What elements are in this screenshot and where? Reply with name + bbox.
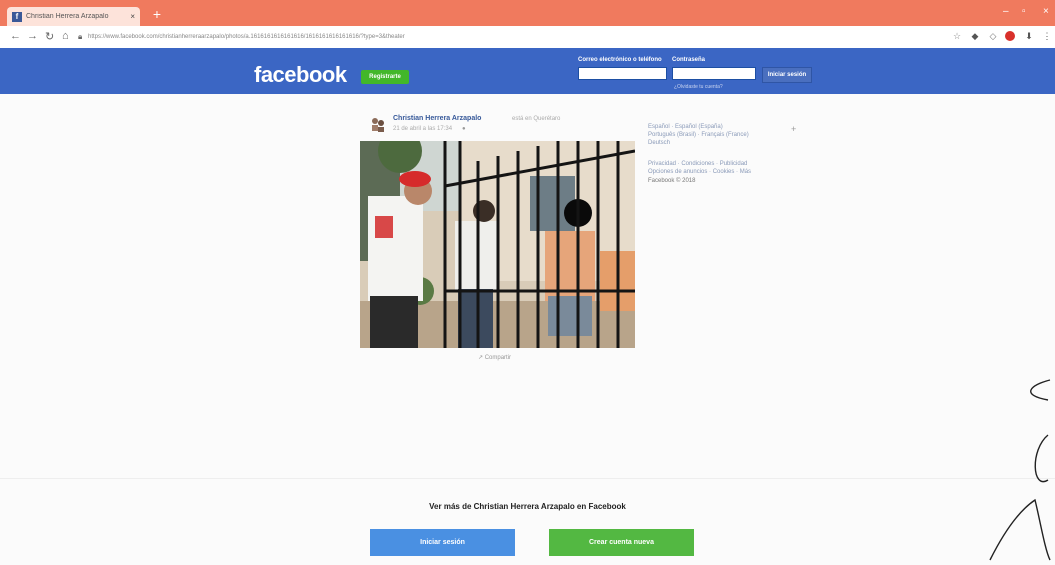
extension-icon[interactable]: ◆ bbox=[970, 31, 980, 41]
password-input[interactable] bbox=[672, 67, 756, 80]
share-button[interactable]: ↗ Compartir bbox=[478, 354, 511, 361]
back-icon[interactable]: ← bbox=[10, 30, 21, 42]
address-bar: ← → ↻ ⌂ 🔒︎ https://www.facebook.com/chri… bbox=[0, 26, 1055, 49]
download-icon[interactable]: ⬇ bbox=[1024, 31, 1034, 41]
language-line-3[interactable]: Deutsch bbox=[648, 140, 670, 146]
reload-icon[interactable]: ↻ bbox=[45, 30, 54, 43]
post-photo[interactable] bbox=[360, 141, 635, 348]
email-label: Correo electrónico o teléfono bbox=[578, 57, 662, 63]
register-button[interactable]: Registrarte bbox=[361, 70, 409, 84]
maximize-icon[interactable]: ▫ bbox=[1022, 6, 1026, 17]
see-more-heading: Ver más de Christian Herrera Arzapalo en… bbox=[429, 502, 626, 511]
header-login-button[interactable]: Iniciar sesión bbox=[762, 67, 812, 83]
forward-icon[interactable]: → bbox=[27, 30, 38, 42]
password-label: Contraseña bbox=[672, 57, 706, 63]
divider bbox=[0, 478, 1055, 479]
new-tab-button[interactable]: + bbox=[150, 7, 164, 21]
browser-tab[interactable]: f Christian Herrera Arzapalo × bbox=[7, 7, 140, 26]
language-line-1[interactable]: Español · Español (España) bbox=[648, 124, 723, 130]
url-field[interactable]: https://www.facebook.com/christianherrer… bbox=[88, 31, 588, 43]
globe-icon: ● bbox=[462, 126, 466, 132]
copyright-text: Facebook © 2018 bbox=[648, 178, 696, 184]
minimize-icon[interactable]: – bbox=[1003, 6, 1009, 17]
post-date[interactable]: 21 de abril a las 17:34 bbox=[393, 126, 452, 132]
login-button[interactable]: Iniciar sesión bbox=[370, 529, 515, 556]
footer-links-1[interactable]: Privacidad · Condiciones · Publicidad bbox=[648, 161, 747, 167]
share-label: Compartir bbox=[484, 355, 512, 361]
menu-icon[interactable]: ⋮ bbox=[1042, 31, 1052, 41]
star-icon[interactable]: ☆ bbox=[952, 31, 962, 41]
post-author-meta: está en Querétaro bbox=[512, 116, 561, 122]
facebook-header bbox=[0, 48, 1055, 94]
share-icon: ↗ bbox=[478, 355, 485, 361]
forgot-account-link[interactable]: ¿Olvidaste tu cuenta? bbox=[674, 84, 723, 90]
tab-title: Christian Herrera Arzapalo bbox=[26, 13, 109, 20]
create-account-button[interactable]: Crear cuenta nueva bbox=[549, 529, 694, 556]
post-author-link[interactable]: Christian Herrera Arzapalo bbox=[393, 115, 481, 122]
language-line-2[interactable]: Português (Brasil) · Français (France) bbox=[648, 132, 749, 138]
more-languages-plus-icon[interactable]: + bbox=[791, 124, 796, 134]
home-icon[interactable]: ⌂ bbox=[62, 30, 69, 42]
handwritten-signature bbox=[989, 379, 1051, 561]
close-window-icon[interactable]: × bbox=[1043, 6, 1049, 17]
lock-icon: 🔒︎ bbox=[78, 32, 83, 41]
email-input[interactable] bbox=[578, 67, 667, 80]
tab-close-icon[interactable]: × bbox=[130, 12, 135, 21]
block-icon[interactable] bbox=[1005, 31, 1015, 41]
browser-tab-bar: f Christian Herrera Arzapalo × + – ▫ × bbox=[0, 0, 1055, 26]
facebook-favicon-icon: f bbox=[12, 11, 22, 22]
author-avatar[interactable] bbox=[370, 116, 386, 132]
facebook-logo[interactable]: facebook bbox=[254, 62, 347, 88]
shield-icon[interactable]: ◇ bbox=[988, 31, 998, 41]
footer-links-2[interactable]: Opciones de anuncios · Cookies · Más bbox=[648, 169, 751, 175]
